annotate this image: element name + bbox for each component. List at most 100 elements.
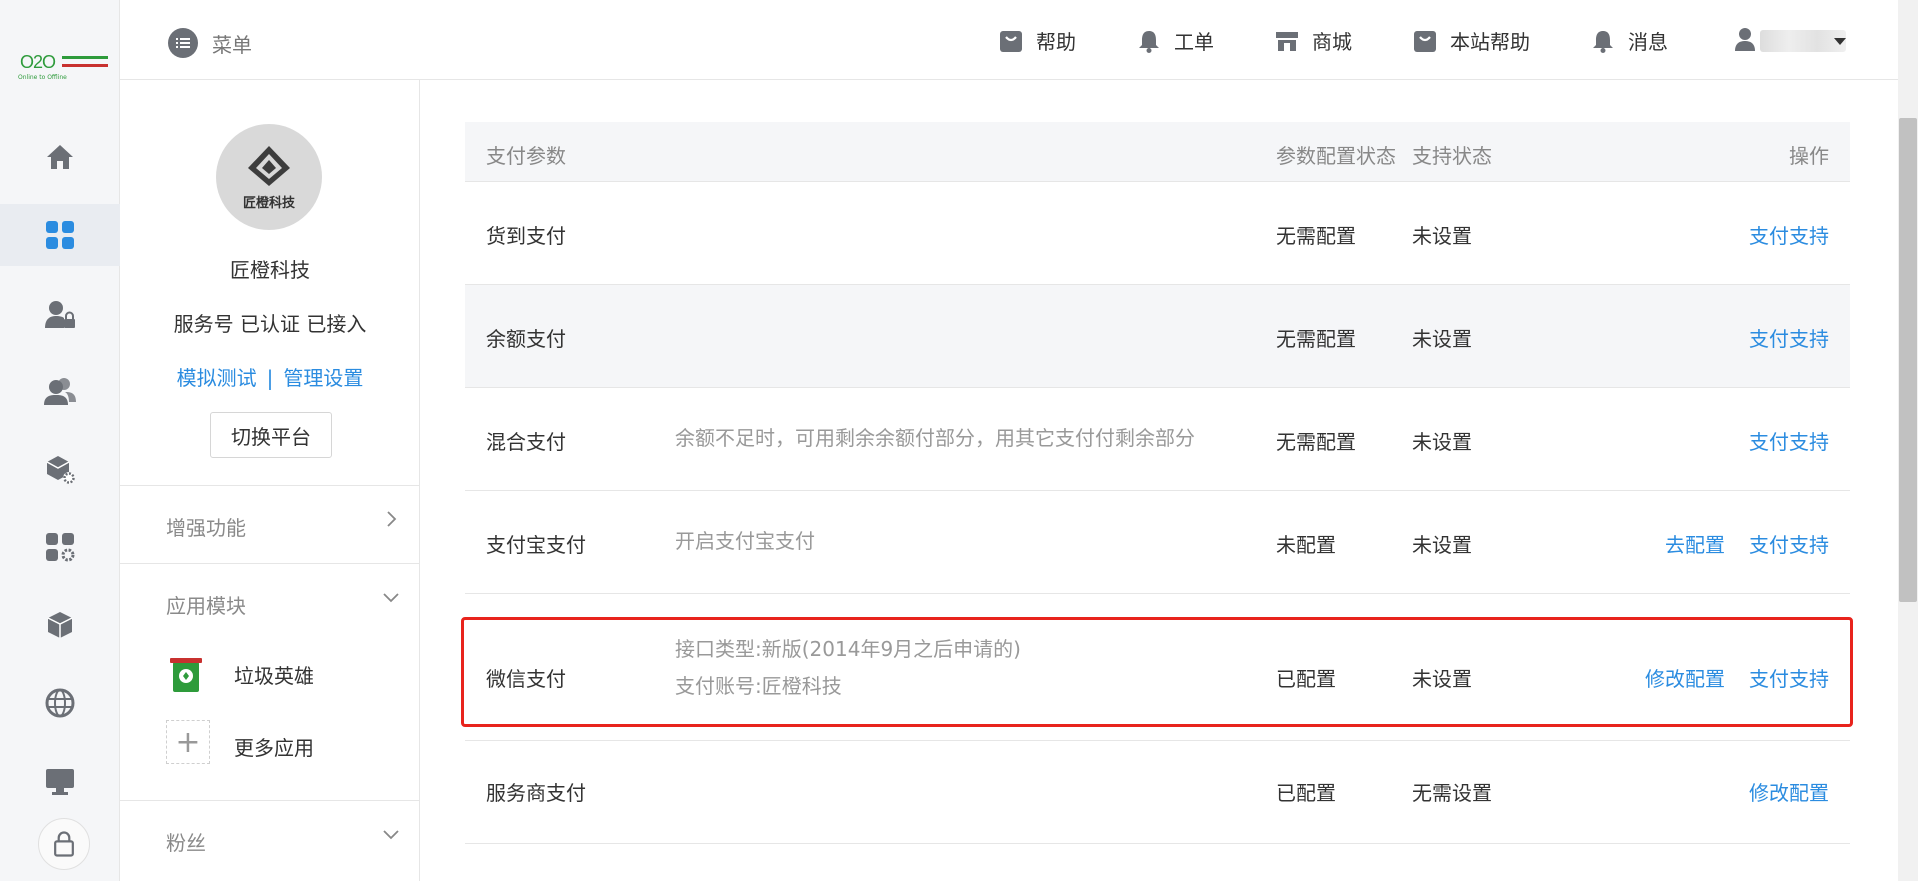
table-row: 货到支付 无需配置 未设置 支付支持 [465, 182, 1850, 285]
dashboard-grid-icon [46, 221, 74, 249]
users-icon [44, 378, 76, 405]
chevron-right-icon [387, 511, 397, 527]
globe-icon [45, 688, 75, 718]
row-name: 混合支付 [486, 430, 566, 454]
chevron-down-icon[interactable] [1834, 38, 1846, 45]
scrollbar-thumb[interactable] [1899, 118, 1917, 602]
row-name: 支付宝支付 [486, 533, 586, 557]
nav-store[interactable]: 商城 [1274, 26, 1352, 55]
menu-button[interactable]: 菜单 [168, 28, 252, 58]
app-more[interactable]: + 更多应用 [120, 716, 420, 776]
row-config-status: 已配置 [1276, 667, 1336, 691]
app-more-label: 更多应用 [234, 736, 314, 760]
row-support-status: 无需设置 [1412, 781, 1492, 805]
logo-bar-red [62, 64, 108, 67]
bag-icon [1000, 30, 1022, 52]
user-lock-icon [45, 301, 75, 328]
table-row: 支付宝支付 开启支付宝支付 未配置 未设置 去配置 支付支持 [465, 491, 1850, 594]
modify-config-link[interactable]: 修改配置 [1749, 777, 1829, 806]
modify-config-link[interactable]: 修改配置 [1645, 663, 1725, 692]
row-name: 服务商支付 [486, 781, 586, 805]
nav-help-label: 帮助 [1036, 30, 1076, 54]
payment-support-link[interactable]: 支付支持 [1749, 323, 1829, 352]
bell-icon [1139, 30, 1159, 53]
logo-text: O2O [20, 52, 56, 72]
rail-box-settings[interactable] [0, 438, 120, 500]
user-icon [1735, 28, 1755, 51]
header-param: 支付参数 [486, 144, 566, 168]
section-enhanced-label: 增强功能 [166, 516, 246, 540]
bell-icon [1593, 30, 1613, 53]
nav-store-label: 商城 [1312, 30, 1352, 54]
nav-site-help[interactable]: 本站帮助 [1412, 26, 1530, 55]
top-header: 菜单 帮助 工单 商城 本站帮助 消息 [120, 0, 1898, 80]
bag-icon [1414, 30, 1436, 52]
brand-logo-icon [248, 145, 290, 186]
home-icon [47, 145, 73, 169]
section-enhanced[interactable]: 增强功能 [120, 485, 420, 563]
header-actions: 操作 [1789, 144, 1829, 168]
row-support-status: 未设置 [1412, 327, 1472, 351]
box-settings-icon [46, 456, 75, 484]
account-name: 匠橙科技 [230, 258, 310, 282]
nav-messages-label: 消息 [1628, 30, 1668, 54]
row-pay-account: 支付账号:匠橙科技 [675, 674, 842, 698]
cube-icon [47, 612, 73, 638]
nav-site-help-label: 本站帮助 [1450, 30, 1530, 54]
menu-label: 菜单 [212, 32, 252, 57]
row-config-status: 无需配置 [1276, 327, 1356, 351]
header-config-status: 参数配置状态 [1276, 144, 1396, 168]
row-config-status: 未配置 [1276, 533, 1336, 557]
nav-help[interactable]: 帮助 [998, 26, 1076, 55]
account-status: 服务号 已认证 已接入 [173, 312, 367, 336]
nav-ticket[interactable]: 工单 [1136, 26, 1214, 55]
lock-icon [54, 831, 74, 857]
rail-cube[interactable] [0, 594, 120, 656]
row-name: 微信支付 [486, 667, 566, 691]
store-icon [1276, 31, 1298, 51]
chevron-down-icon [383, 593, 399, 603]
table-row-wechat: 微信支付 接口类型:新版(2014年9月之后申请的) 支付账号:匠橙科技 已配置… [465, 619, 1850, 741]
payment-support-link[interactable]: 支付支持 [1749, 529, 1829, 558]
logo-subtitle: Online to Offline [18, 74, 67, 81]
o2o-logo[interactable]: O2O Online to Offline [14, 44, 108, 84]
rail-users[interactable] [0, 360, 120, 422]
row-description: 开启支付宝支付 [675, 529, 815, 553]
nav-ticket-label: 工单 [1174, 30, 1214, 54]
rail-grid-settings[interactable] [0, 516, 120, 578]
rail-home[interactable] [0, 126, 120, 188]
row-name: 货到支付 [486, 224, 566, 248]
section-fans[interactable]: 粉丝 [120, 800, 420, 878]
payment-support-link[interactable]: 支付支持 [1749, 426, 1829, 455]
monitor-icon [46, 769, 74, 795]
logo-bar [62, 56, 108, 59]
rail-user-lock[interactable] [0, 284, 120, 346]
rail-dashboard[interactable] [0, 204, 120, 266]
payment-support-link[interactable]: 支付支持 [1749, 663, 1829, 692]
icon-rail: O2O Online to Offline [0, 0, 120, 881]
row-description: 余额不足时，可用剩余余额付部分，用其它支付付剩余部分 [675, 426, 1195, 450]
section-modules[interactable]: 应用模块 [120, 563, 420, 641]
trash-can-icon [170, 658, 202, 692]
row-support-status: 未设置 [1412, 533, 1472, 557]
row-support-status: 未设置 [1412, 224, 1472, 248]
link-separator: | [266, 366, 274, 390]
chevron-down-icon [383, 830, 399, 840]
rail-globe[interactable] [0, 672, 120, 734]
simulate-test-link[interactable]: 模拟测试 [177, 366, 257, 390]
menu-icon [168, 28, 198, 58]
table-row: 服务商支付 已配置 无需设置 修改配置 [465, 741, 1850, 844]
manage-settings-link[interactable]: 管理设置 [283, 366, 363, 390]
app-trash-hero[interactable]: 垃圾英雄 [120, 644, 420, 704]
configure-link[interactable]: 去配置 [1665, 529, 1725, 558]
payment-support-link[interactable]: 支付支持 [1749, 220, 1829, 249]
rail-lock-button[interactable] [38, 818, 90, 870]
row-interface-type: 接口类型:新版(2014年9月之后申请的) [675, 637, 1021, 661]
switch-platform-button[interactable]: 切换平台 [210, 412, 332, 458]
row-config-status: 已配置 [1276, 781, 1336, 805]
nav-messages[interactable]: 消息 [1590, 26, 1668, 55]
table-row: 余额支付 无需配置 未设置 支付支持 [465, 285, 1850, 388]
rail-monitor[interactable] [0, 750, 120, 812]
user-menu[interactable] [1732, 26, 1758, 52]
section-fans-label: 粉丝 [166, 831, 206, 855]
